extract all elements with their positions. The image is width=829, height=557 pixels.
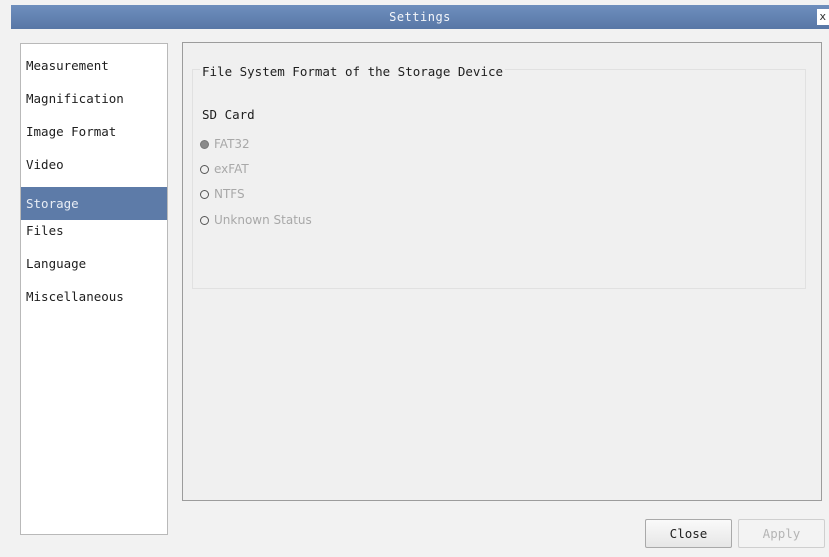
sidebar-item-storage[interactable]: Storage bbox=[21, 187, 167, 220]
sidebar-item-image-format[interactable]: Image Format bbox=[21, 121, 167, 154]
group-title: File System Format of the Storage Device bbox=[200, 64, 506, 79]
radio-label: Unknown Status bbox=[214, 213, 312, 227]
radio-unknown-status[interactable]: Unknown Status bbox=[200, 211, 312, 229]
sidebar-item-video[interactable]: Video bbox=[21, 154, 167, 187]
radio-checked-icon bbox=[200, 139, 209, 149]
radio-unchecked-icon bbox=[200, 164, 209, 174]
apply-button[interactable]: Apply bbox=[738, 519, 825, 548]
close-window-icon[interactable]: x bbox=[817, 9, 829, 25]
radio-label: NTFS bbox=[214, 187, 245, 201]
radio-label: FAT32 bbox=[214, 137, 250, 151]
radio-unchecked-icon bbox=[200, 215, 209, 225]
settings-window: Settings x Measurement Magnification Ima… bbox=[0, 0, 829, 557]
title-bar[interactable]: Settings x bbox=[11, 5, 829, 29]
close-button[interactable]: Close bbox=[645, 519, 732, 548]
radio-ntfs[interactable]: NTFS bbox=[200, 185, 245, 203]
radio-unchecked-icon bbox=[200, 189, 209, 199]
settings-category-list: Measurement Magnification Image Format V… bbox=[20, 43, 168, 535]
sidebar-item-language[interactable]: Language bbox=[21, 253, 167, 286]
storage-settings-panel: File System Format of the Storage Device… bbox=[182, 42, 822, 501]
sidebar-item-miscellaneous[interactable]: Miscellaneous bbox=[21, 286, 167, 319]
window-title: Settings bbox=[389, 10, 451, 24]
file-system-format-group bbox=[192, 69, 806, 289]
radio-fat32[interactable]: FAT32 bbox=[200, 135, 250, 153]
sidebar-item-magnification[interactable]: Magnification bbox=[21, 88, 167, 121]
radio-label: exFAT bbox=[214, 162, 249, 176]
sidebar-item-files[interactable]: Files bbox=[21, 220, 167, 253]
sidebar-item-measurement[interactable]: Measurement bbox=[21, 55, 167, 88]
sd-card-label: SD Card bbox=[202, 107, 255, 122]
radio-exfat[interactable]: exFAT bbox=[200, 160, 249, 178]
